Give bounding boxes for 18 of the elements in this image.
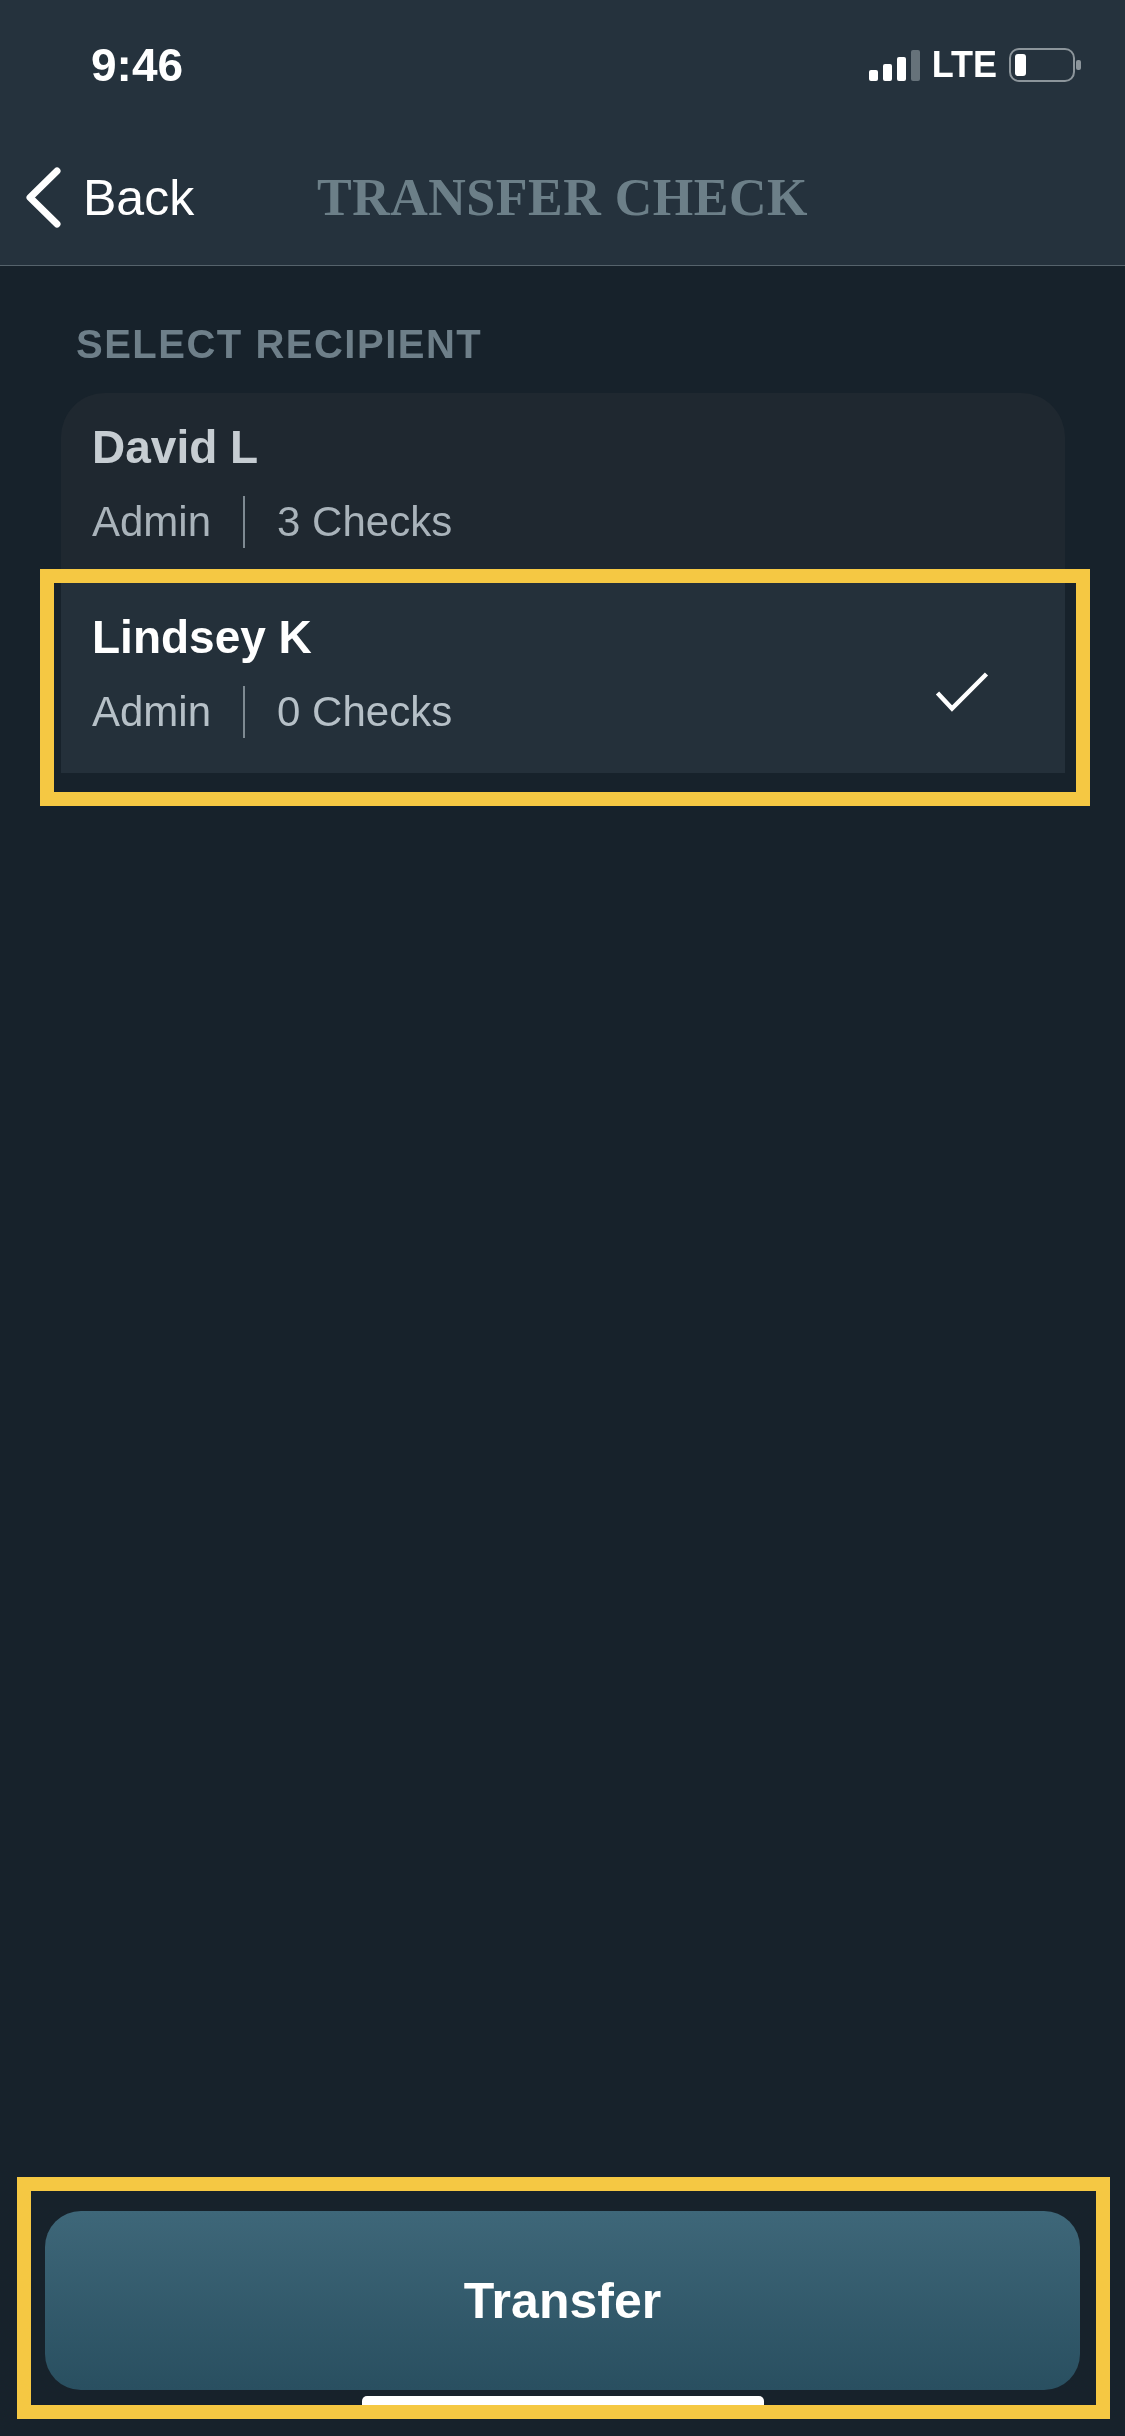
network-label: LTE bbox=[931, 47, 997, 83]
checkmark-icon bbox=[935, 671, 989, 712]
transfer-button[interactable]: Transfer bbox=[45, 2211, 1080, 2390]
recipient-role: Admin bbox=[92, 687, 212, 737]
status-time: 9:46 bbox=[91, 42, 184, 88]
recipient-role: Admin bbox=[92, 497, 212, 547]
section-heading: SELECT RECIPIENT bbox=[76, 321, 484, 368]
recipient-row[interactable]: David L Admin 3 Checks bbox=[61, 393, 1065, 583]
chevron-left-icon bbox=[25, 167, 61, 228]
signal-icon bbox=[868, 49, 920, 81]
back-button[interactable]: Back bbox=[0, 167, 195, 228]
recipient-name: David L bbox=[92, 420, 259, 475]
recipient-row[interactable]: Lindsey K Admin 0 Checks bbox=[61, 583, 1065, 773]
battery-icon bbox=[1009, 48, 1082, 82]
check-count: 0 Checks bbox=[277, 687, 453, 737]
screen-title: TRANSFER CHECK bbox=[317, 168, 808, 227]
recipient-name: Lindsey K bbox=[92, 610, 312, 665]
check-count: 3 Checks bbox=[277, 497, 453, 547]
